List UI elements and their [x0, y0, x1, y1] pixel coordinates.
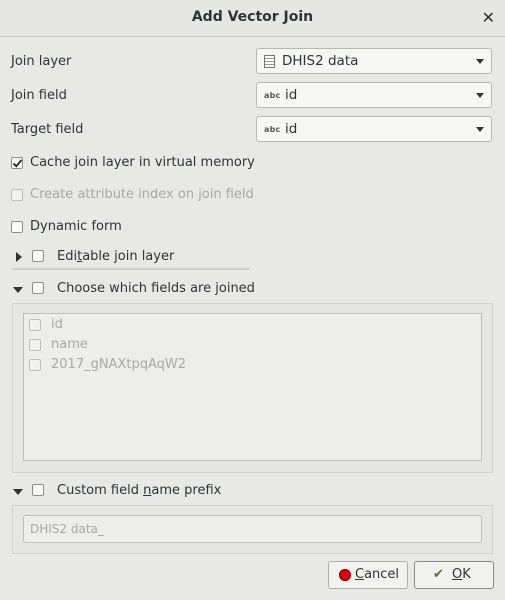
index-checkbox	[11, 189, 23, 201]
join-field-value: id	[285, 87, 298, 103]
target-field-combo[interactable]: abc id	[256, 116, 492, 142]
prefix-input	[30, 520, 470, 538]
checkmark-icon: ✔	[433, 567, 444, 582]
join-layer-combo[interactable]: DHIS2 data	[256, 48, 492, 74]
string-field-icon: abc	[264, 125, 281, 134]
cache-label: Cache join layer in virtual memory	[30, 155, 255, 170]
ok-button[interactable]: ✔ OK	[414, 561, 494, 589]
join-field-label: Join field	[11, 88, 67, 103]
chevron-down-icon	[476, 93, 484, 98]
choose-fields-checkbox[interactable]	[32, 282, 44, 294]
prefix-checkbox[interactable]	[32, 484, 44, 496]
field-name: name	[51, 337, 88, 352]
table-icon	[264, 55, 275, 68]
collapse-arrow-icon[interactable]	[13, 489, 23, 495]
dialog-title: Add Vector Join	[191, 9, 314, 25]
join-layer-label: Join layer	[11, 54, 72, 69]
chevron-down-icon	[476, 127, 484, 132]
string-field-icon: abc	[264, 91, 281, 100]
dynamic-form-label: Dynamic form	[30, 219, 122, 234]
join-field-combo[interactable]: abc id	[256, 82, 492, 108]
expand-arrow-icon[interactable]	[16, 252, 22, 262]
cache-checkbox[interactable]	[11, 157, 23, 169]
title-bar: Add Vector Join ✕	[0, 0, 505, 37]
collapsed-group-divider	[12, 268, 250, 270]
cancel-button[interactable]: Cancel	[328, 561, 408, 589]
choose-fields-label: Choose which fields are joined	[57, 281, 255, 296]
fields-list: id name 2017_gNAXtpqAqW2	[23, 313, 482, 461]
collapse-arrow-icon[interactable]	[13, 287, 23, 293]
join-layer-value: DHIS2 data	[282, 53, 359, 69]
chevron-down-icon	[476, 59, 484, 64]
prefix-label: Custom field name prefix	[57, 483, 222, 498]
dynamic-form-checkbox[interactable]	[11, 221, 23, 233]
cancel-icon	[339, 569, 351, 581]
field-name: 2017_gNAXtpqAqW2	[51, 357, 187, 372]
prefix-field	[23, 515, 482, 543]
cancel-label: Cancel	[355, 567, 400, 582]
editable-join-checkbox[interactable]	[32, 250, 44, 262]
field-checkbox	[29, 359, 41, 371]
close-icon[interactable]: ✕	[482, 8, 495, 27]
target-field-label: Target field	[11, 122, 84, 137]
ok-label: OK	[452, 567, 471, 582]
editable-join-label: Editable join layer	[57, 249, 175, 264]
field-checkbox	[29, 319, 41, 331]
index-label: Create attribute index on join field	[30, 187, 254, 202]
target-field-value: id	[285, 121, 298, 137]
field-name: id	[51, 317, 63, 332]
field-checkbox	[29, 339, 41, 351]
